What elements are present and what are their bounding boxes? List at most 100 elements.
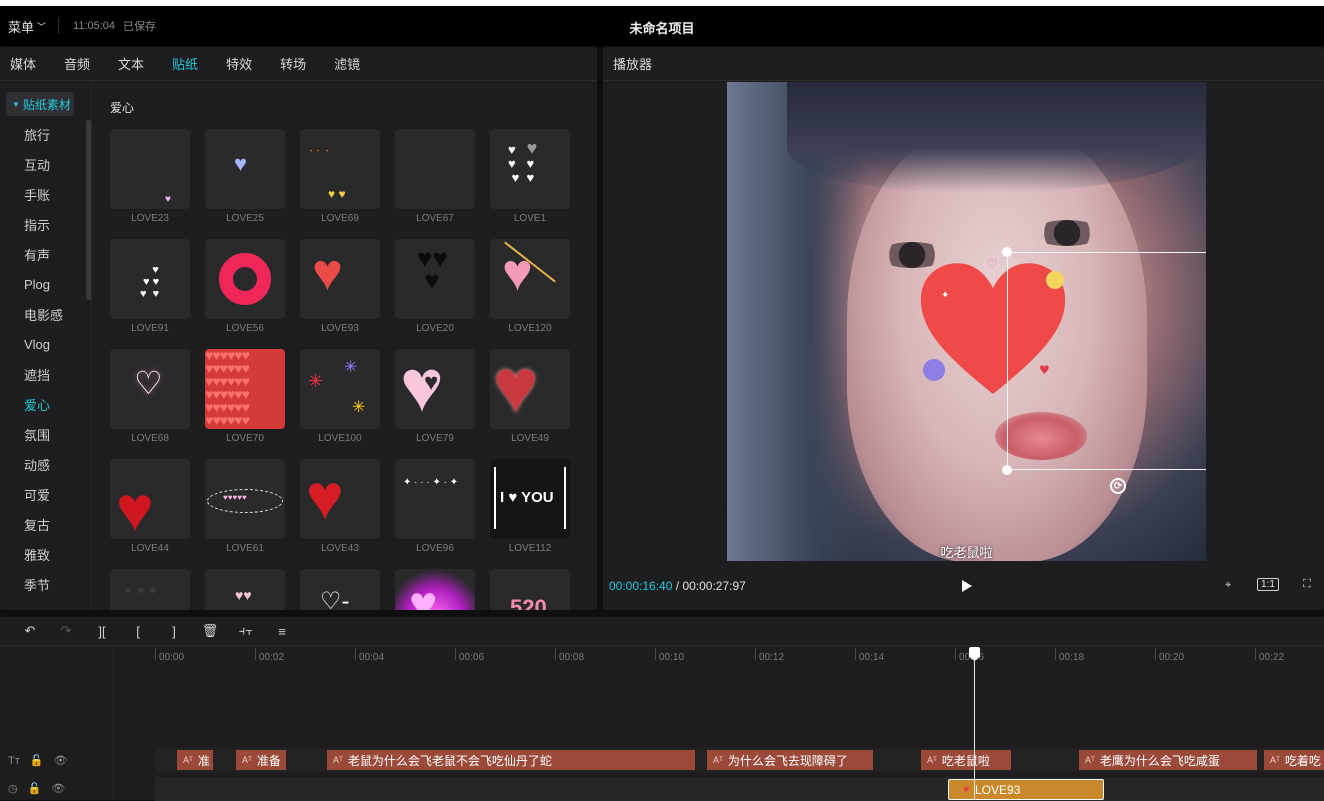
sticker-thumb[interactable]: ♥ <box>205 129 285 209</box>
sticker-item[interactable]: ♡ LOVE68 <box>110 349 190 459</box>
text-clip[interactable]: Aᵀ 老鼠为什么会飞老鼠不会飞吃仙丹了蛇 <box>327 750 695 770</box>
sticker-item[interactable]: ♥ LOVE25 <box>205 129 285 239</box>
sidebar-item-love[interactable]: 爱心 <box>0 389 91 419</box>
menu-button[interactable]: 菜单 ﹀ <box>8 17 46 36</box>
tab-stickers[interactable]: 贴纸 <box>172 54 198 73</box>
sticker-thumb[interactable]: ♥♥ <box>205 569 285 610</box>
rotate-handle-icon[interactable]: ⟳ <box>1110 478 1126 494</box>
sticker-item[interactable]: ♥♥♥♥♥♥ ♥♥♥♥♥♥ ♥♥♥♥♥♥ ♥♥♥♥♥♥ ♥♥♥♥♥♥ ♥♥♥♥♥♥ LOVE… <box>205 349 285 459</box>
sticker-item[interactable]: ♥ LOVE120 <box>490 239 570 349</box>
sticker-thumb[interactable] <box>395 129 475 209</box>
undo-icon[interactable]: ↶ <box>16 621 44 641</box>
sticker-thumb[interactable]: 520 <box>490 569 570 610</box>
focus-icon[interactable]: ⌖ <box>1225 579 1231 592</box>
sticker-thumb[interactable]: ♥ <box>110 459 190 539</box>
text-clip[interactable]: Aᵀ 吃老鼠啦 <box>921 750 1011 770</box>
sticker-item[interactable]: LOVE67 <box>395 129 475 239</box>
tab-text[interactable]: 文本 <box>118 54 144 73</box>
sticker-item[interactable]: ♥ ♥ ♥ ♥ ♥ ♥ LOVE1 <box>490 129 570 239</box>
trim-left-icon[interactable]: [ <box>124 621 152 641</box>
eye-icon[interactable]: 👁 <box>51 782 65 795</box>
sticker-item[interactable]: ♥♥ <box>205 569 285 610</box>
resize-handle-tl[interactable] <box>1002 247 1012 257</box>
sidebar-item-retro[interactable]: 复古 <box>0 509 91 539</box>
text-clip[interactable]: Aᵀ 为什么会飞去现障碍了 <box>707 750 873 770</box>
trim-right-icon[interactable]: ] <box>160 621 188 641</box>
sticker-thumb[interactable]: ♥ <box>395 569 475 610</box>
eye-icon[interactable]: 👁 <box>53 754 67 767</box>
sticker-item[interactable]: ♥ LOVE23 <box>110 129 190 239</box>
sidebar-item-plog[interactable]: Plog <box>0 269 91 299</box>
sticker-clip[interactable]: ♥ LOVE93 <box>948 779 1104 800</box>
split-icon[interactable]: ][ <box>88 621 116 641</box>
tab-transitions[interactable]: 转场 <box>280 54 306 73</box>
sidebar-item-atmosphere[interactable]: 氛围 <box>0 419 91 449</box>
sticker-thumb[interactable]: ♥♥♥♥♥ <box>205 459 285 539</box>
sticker-item[interactable]: ♥ <box>395 569 475 610</box>
sidebar-item-season[interactable]: 季节 <box>0 569 91 599</box>
sidebar-item-journal[interactable]: 手账 <box>0 179 91 209</box>
sticker-thumb[interactable]: ♥ <box>490 349 570 429</box>
sticker-thumb[interactable]: ♥ <box>300 459 380 539</box>
sticker-thumb[interactable]: ♥ <box>490 239 570 319</box>
sticker-thumb[interactable]: ♥♥ <box>395 349 475 429</box>
sticker-item[interactable]: ♡- <box>300 569 380 610</box>
sticker-item[interactable]: 520 <box>490 569 570 610</box>
sticker-item[interactable]: ♥ ♥ LOVE79 <box>395 349 475 459</box>
sticker-thumb[interactable]: I ♥ YOU <box>490 459 570 539</box>
sticker-item[interactable]: LOVE56 <box>205 239 285 349</box>
sidebar-item-elegant[interactable]: 雅致 <box>0 539 91 569</box>
sticker-thumb[interactable]: ✦ · · · ✦ · ✦ <box>395 459 475 539</box>
playhead[interactable] <box>974 648 975 800</box>
aspect-ratio-button[interactable]: 1:1 <box>1257 578 1279 591</box>
sticker-item[interactable]: ♥♥ ♥ LOVE20 <box>395 239 475 349</box>
sticker-item[interactable]: ♥ LOVE43 <box>300 459 380 569</box>
sticker-item[interactable]: ♥ LOVE49 <box>490 349 570 459</box>
sticker-item[interactable]: ● ● ● <box>110 569 190 610</box>
lock-icon[interactable]: 🔓 <box>28 782 42 795</box>
fullscreen-icon[interactable]: ⛶ <box>1303 578 1311 591</box>
sticker-thumb[interactable] <box>205 239 285 319</box>
sticker-item[interactable]: I ♥ YOU LOVE112 <box>490 459 570 569</box>
text-clip[interactable]: Aᵀ 老鹰为什么会飞吃咸蛋 <box>1079 750 1257 770</box>
sticker-thumb[interactable]: ♥♥ ♥ <box>395 239 475 319</box>
tab-audio[interactable]: 音频 <box>64 54 90 73</box>
sticker-item[interactable]: ♥ LOVE93 <box>300 239 380 349</box>
tab-filters[interactable]: 滤镜 <box>334 54 360 73</box>
sidebar-item-travel[interactable]: 旅行 <box>0 119 91 149</box>
sidebar-item-pointer[interactable]: 指示 <box>0 209 91 239</box>
text-clip[interactable]: Aᵀ 准 <box>177 750 213 770</box>
sticker-item[interactable]: ♥ LOVE44 <box>110 459 190 569</box>
sidebar-scrollbar[interactable] <box>86 120 91 300</box>
redo-icon[interactable]: ↷ <box>52 621 80 641</box>
sticker-item[interactable]: ♥♥♥♥♥ LOVE61 <box>205 459 285 569</box>
tab-effects[interactable]: 特效 <box>226 54 252 73</box>
sticker-thumb[interactable]: ♥ ♥ • • • <box>300 129 380 209</box>
sticker-thumb[interactable]: ♥♥♥♥♥♥ ♥♥♥♥♥♥ ♥♥♥♥♥♥ ♥♥♥♥♥♥ ♥♥♥♥♥♥ ♥♥♥♥♥♥ <box>205 349 285 429</box>
sticker-thumb[interactable]: ♥ ♥ ♥ ♥ ♥ <box>110 239 190 319</box>
selection-box[interactable] <box>1002 247 1206 475</box>
play-icon[interactable] <box>962 580 972 592</box>
align-icon[interactable]: ≡ <box>268 621 296 641</box>
resize-handle-bl[interactable] <box>1002 465 1012 475</box>
sticker-thumb[interactable]: ♥ <box>110 129 190 209</box>
sticker-thumb[interactable]: ✳ ✳ ✳ <box>300 349 380 429</box>
sticker-thumb[interactable]: ♡ <box>110 349 190 429</box>
sidebar-item-sound[interactable]: 有声 <box>0 239 91 269</box>
sidebar-item-interactive[interactable]: 互动 <box>0 149 91 179</box>
sticker-item[interactable]: ✳ ✳ ✳ LOVE100 <box>300 349 380 459</box>
sticker-thumb[interactable]: ● ● ● <box>110 569 190 610</box>
text-clip[interactable]: Aᵀ 吃着吃 <box>1264 750 1324 770</box>
delete-icon[interactable]: 🗑 <box>196 621 224 641</box>
video-preview[interactable]: ♡ ✦ ♥ ⟳ 吃老鼠啦 <box>727 82 1206 561</box>
sidebar-item-cinematic[interactable]: 电影感 <box>0 299 91 329</box>
mirror-icon[interactable]: ⫞⫟ <box>232 621 260 641</box>
sidebar-item-cover[interactable]: 遮挡 <box>0 359 91 389</box>
lock-icon[interactable]: 🔓 <box>30 754 44 767</box>
sidebar-item-vlog[interactable]: Vlog <box>0 329 91 359</box>
sticker-item[interactable]: ✦ · · · ✦ · ✦ LOVE96 <box>395 459 475 569</box>
sidebar-item-dynamic[interactable]: 动感 <box>0 449 91 479</box>
sidebar-item-cute[interactable]: 可爱 <box>0 479 91 509</box>
sticker-thumb[interactable]: ♥ <box>300 239 380 319</box>
tab-media[interactable]: 媒体 <box>10 54 36 73</box>
